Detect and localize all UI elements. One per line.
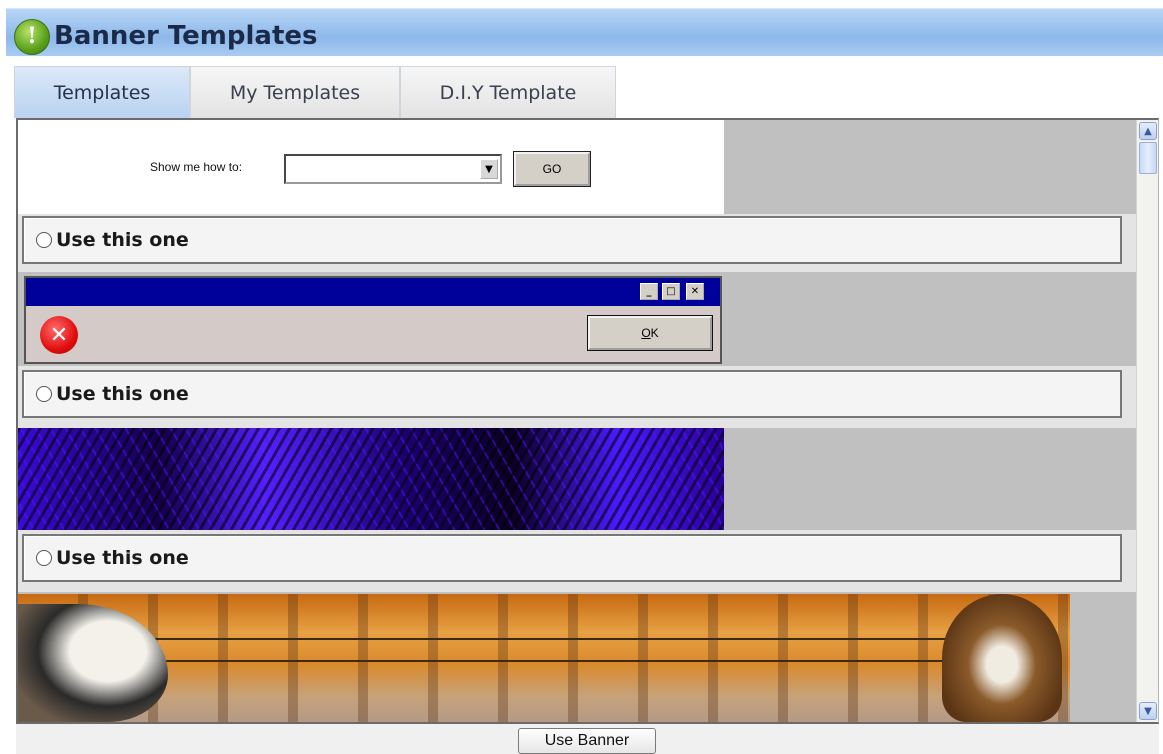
- use-this-one-row[interactable]: Use this one: [22, 216, 1122, 264]
- info-icon: !: [14, 19, 50, 55]
- banner-line: [148, 660, 968, 662]
- use-this-one-row[interactable]: Use this one: [22, 534, 1122, 582]
- howto-select[interactable]: ▼: [284, 154, 502, 184]
- templates-panel: Show me how to: ▼ GO Use this one _ □ ✕ …: [16, 118, 1159, 724]
- page-title: Banner Templates: [54, 21, 318, 51]
- howling-dog-image: [18, 604, 168, 722]
- template-preview-autumn: [18, 592, 1137, 722]
- template-preview-purple: [18, 428, 1137, 530]
- close-icon: ✕: [686, 283, 704, 300]
- autumn-dogs-banner: [18, 594, 1070, 722]
- ok-mnemonic: O: [641, 326, 651, 340]
- howto-section: Show me how to: ▼ GO: [18, 120, 1137, 214]
- howto-box: Show me how to: ▼ GO: [18, 120, 724, 214]
- error-dialog-banner: _ □ ✕ ✕ OK: [24, 276, 722, 364]
- purple-rain-banner: [18, 428, 724, 530]
- radio-button[interactable]: [36, 232, 52, 248]
- scroll-thumb[interactable]: [1139, 142, 1157, 174]
- banner-line: [148, 638, 968, 640]
- maximize-icon: □: [662, 283, 680, 300]
- ok-button: OK: [587, 315, 713, 351]
- use-this-one-label: Use this one: [56, 383, 189, 405]
- vertical-scrollbar[interactable]: ▲ ▼: [1136, 120, 1158, 722]
- minimize-icon: _: [640, 283, 658, 300]
- tab-my-templates[interactable]: My Templates: [190, 66, 400, 118]
- use-this-one-row[interactable]: Use this one: [22, 370, 1122, 418]
- use-this-one-label: Use this one: [56, 229, 189, 251]
- radio-button[interactable]: [36, 386, 52, 402]
- radio-button[interactable]: [36, 550, 52, 566]
- window-header: ! Banner Templates: [6, 8, 1163, 56]
- template-list: Show me how to: ▼ GO Use this one _ □ ✕ …: [18, 120, 1137, 722]
- scroll-down-icon[interactable]: ▼: [1139, 702, 1157, 720]
- scroll-up-icon[interactable]: ▲: [1139, 122, 1157, 140]
- ok-label: K: [650, 326, 659, 340]
- howto-label: Show me how to:: [150, 160, 243, 174]
- template-preview-dialog: _ □ ✕ ✕ OK: [18, 272, 1137, 366]
- dialog-title-bar: _ □ ✕: [26, 278, 720, 306]
- go-button[interactable]: GO: [513, 151, 591, 187]
- dropdown-arrow-icon[interactable]: ▼: [480, 159, 498, 179]
- basset-hound-image: [942, 594, 1062, 722]
- use-this-one-label: Use this one: [56, 547, 189, 569]
- tab-diy-template[interactable]: D.I.Y Template: [400, 66, 616, 118]
- error-icon: ✕: [40, 316, 78, 354]
- footer-bar: Use Banner: [16, 724, 1159, 754]
- use-banner-button[interactable]: Use Banner: [518, 728, 656, 754]
- tab-templates[interactable]: Templates: [14, 66, 190, 118]
